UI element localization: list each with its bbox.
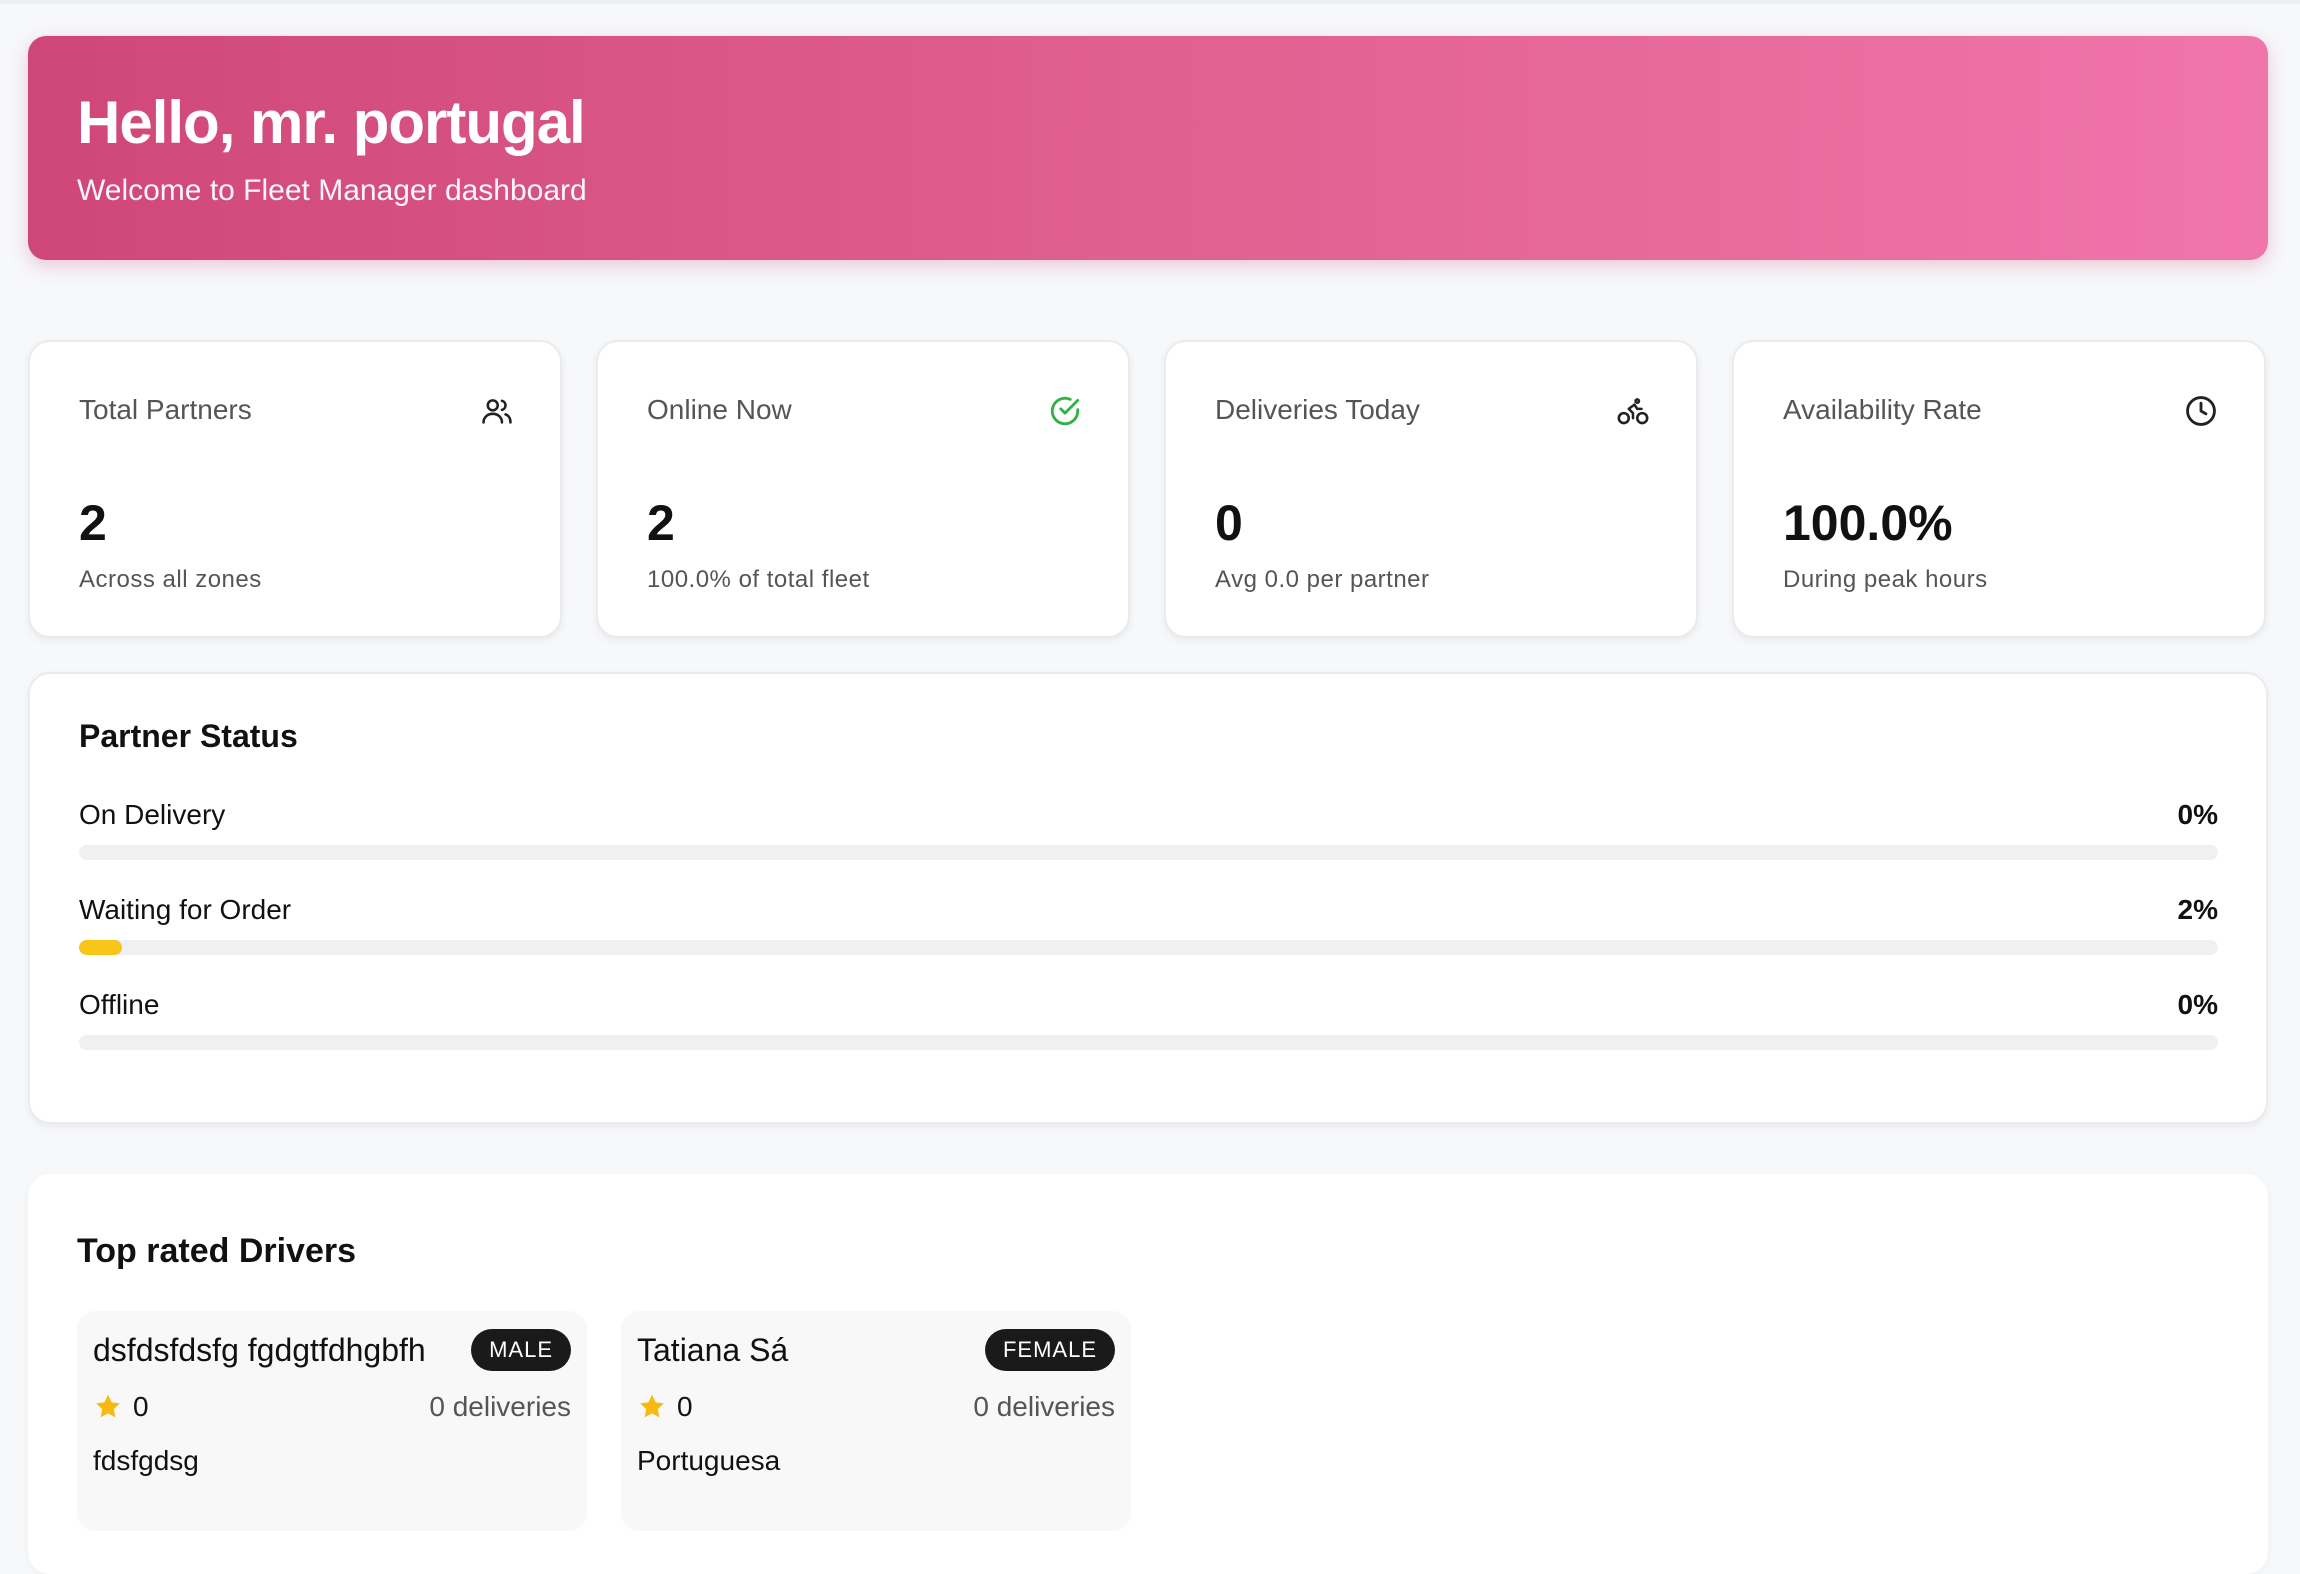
stat-subtext: Across all zones bbox=[79, 566, 262, 593]
driver-name: Tatiana Sá bbox=[637, 1331, 789, 1368]
stat-card-availability-rate: Availability Rate 100.0% During peak hou… bbox=[1732, 340, 2266, 638]
progress-bar bbox=[79, 845, 2218, 860]
stat-card-online-now: Online Now 2 100.0% of total fleet bbox=[596, 340, 1130, 638]
star-icon bbox=[96, 1394, 120, 1418]
stat-subtext: During peak hours bbox=[1783, 566, 1988, 593]
status-row-waiting-for-order: Waiting for Order 2% bbox=[79, 894, 2218, 955]
clock-icon bbox=[2186, 396, 2216, 426]
stats-row: Total Partners 2 Across all zones Online… bbox=[28, 340, 2268, 638]
status-row-on-delivery: On Delivery 0% bbox=[79, 799, 2218, 860]
driver-nationality: Portuguesa bbox=[637, 1445, 781, 1476]
rating-value: 0 bbox=[133, 1391, 149, 1422]
stat-value: 100.0% bbox=[1783, 495, 1953, 551]
stat-title: Online Now bbox=[647, 394, 792, 425]
dashboard: Hello, mr. portugal Welcome to Fleet Man… bbox=[28, 36, 2268, 1574]
driver-list: dsfdsfdsfg fgdgtfdhgbfh MALE 0 0 deliver… bbox=[77, 1311, 2219, 1531]
status-percent: 2% bbox=[2177, 894, 2218, 925]
status-percent: 0% bbox=[2177, 989, 2218, 1020]
stat-title: Total Partners bbox=[79, 394, 252, 425]
top-rated-drivers-title: Top rated Drivers bbox=[77, 1232, 357, 1270]
partner-status-title: Partner Status bbox=[79, 718, 298, 754]
stat-card-total-partners: Total Partners 2 Across all zones bbox=[28, 340, 562, 638]
driver-card[interactable]: dsfdsfdsfg fgdgtfdhgbfh MALE 0 0 deliver… bbox=[77, 1311, 587, 1531]
status-percent: 0% bbox=[2177, 799, 2218, 830]
top-divider bbox=[0, 0, 2300, 4]
driver-deliveries: 0 deliveries bbox=[429, 1391, 571, 1422]
status-label: On Delivery bbox=[79, 799, 226, 830]
check-circle-icon bbox=[1050, 396, 1080, 426]
welcome-subtitle: Welcome to Fleet Manager dashboard bbox=[77, 174, 587, 207]
stat-value: 2 bbox=[79, 495, 107, 551]
driver-rating: 0 bbox=[93, 1391, 149, 1423]
stat-subtext: 100.0% of total fleet bbox=[647, 566, 870, 593]
gender-badge: MALE bbox=[471, 1329, 571, 1371]
stat-card-deliveries-today: Deliveries Today 0 Avg 0.0 per partner bbox=[1164, 340, 1698, 638]
rating-value: 0 bbox=[677, 1391, 693, 1422]
partner-status-card: Partner Status On Delivery 0% Waiting fo… bbox=[28, 672, 2268, 1124]
stat-value: 2 bbox=[647, 495, 675, 551]
driver-rating: 0 bbox=[637, 1391, 693, 1423]
status-label: Waiting for Order bbox=[79, 894, 292, 925]
status-row-offline: Offline 0% bbox=[79, 989, 2218, 1050]
progress-bar bbox=[79, 940, 2218, 955]
status-label: Offline bbox=[79, 989, 160, 1020]
driver-card[interactable]: Tatiana Sá FEMALE 0 0 deliveries Portugu… bbox=[621, 1311, 1131, 1531]
top-rated-drivers-card: Top rated Drivers dsfdsfdsfg fgdgtfdhgbf… bbox=[28, 1174, 2268, 1574]
stat-value: 0 bbox=[1215, 495, 1243, 551]
stat-subtext: Avg 0.0 per partner bbox=[1215, 566, 1430, 593]
driver-deliveries: 0 deliveries bbox=[973, 1391, 1115, 1422]
greeting-title: Hello, mr. portugal bbox=[77, 89, 586, 156]
users-icon bbox=[482, 399, 512, 424]
driver-name: dsfdsfdsfg fgdgtfdhgbfh bbox=[93, 1331, 426, 1368]
progress-bar-fill bbox=[79, 940, 122, 955]
stat-title: Deliveries Today bbox=[1215, 394, 1420, 425]
stat-title: Availability Rate bbox=[1783, 394, 1982, 425]
star-icon bbox=[640, 1394, 664, 1418]
bike-icon bbox=[1617, 398, 1649, 425]
progress-bar bbox=[79, 1035, 2218, 1050]
gender-badge: FEMALE bbox=[984, 1329, 1115, 1371]
driver-nationality: fdsfgdsg bbox=[93, 1445, 199, 1476]
welcome-banner: Hello, mr. portugal Welcome to Fleet Man… bbox=[28, 36, 2268, 260]
